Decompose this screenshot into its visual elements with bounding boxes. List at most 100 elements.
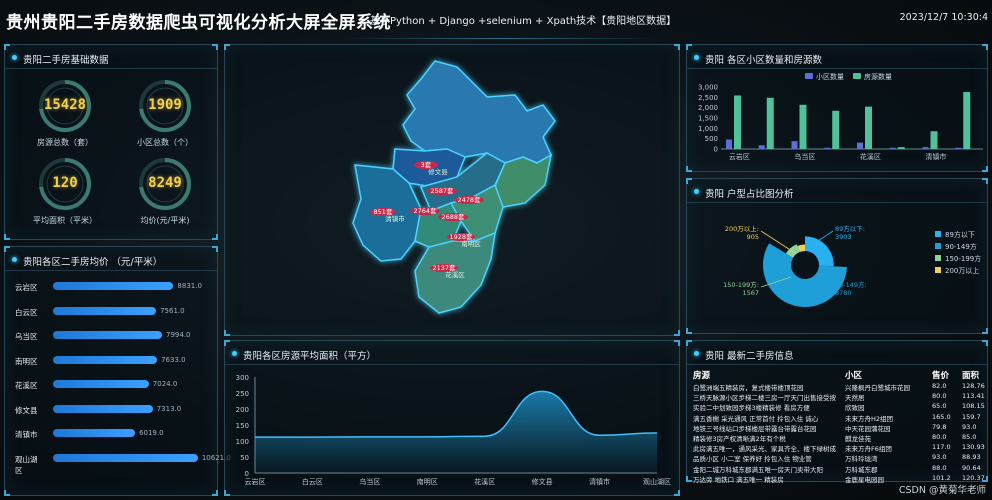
- stat-value: 15428: [43, 97, 87, 113]
- legend-label: 90-149方: [945, 242, 977, 251]
- value-label: 6019.0: [139, 429, 164, 437]
- x-tick-label: 花溪区: [860, 152, 881, 161]
- table-row[interactable]: 实验二中划致园步梯3楼精装修 看房方便 欣致园 65.0 108.15: [693, 402, 985, 412]
- slice-label: 150-199方:: [723, 280, 759, 289]
- price-bar[interactable]: [53, 429, 136, 437]
- community-bar: [889, 147, 896, 149]
- price-cell: 82.0: [932, 382, 947, 390]
- legend-label: 200万以上: [945, 266, 979, 275]
- community-bar: [758, 145, 765, 149]
- stat-label: 小区总数（个）: [137, 138, 193, 147]
- table-row[interactable]: 三桥天脉源小区步梯二楼三房一厅天门出售接受按 天然居 80.0 113.41: [693, 392, 985, 403]
- y-tick-label: 0: [245, 470, 249, 478]
- price-bar[interactable]: [53, 282, 174, 290]
- guiyang-map[interactable]: 3套 修文县 2587套 2478套 851套 清镇市 2764套 2688套 …: [225, 45, 681, 337]
- bullet-icon: [694, 351, 699, 356]
- table-row[interactable]: 地铁三号线站口步梯楼层带露台带露台花园 中天花园蒲花园 79.8 93.0: [693, 423, 983, 433]
- legend-swatch: [853, 73, 861, 79]
- bullet-icon: [694, 55, 699, 60]
- price-cell: 165.0: [932, 412, 951, 421]
- price-cell: 80.0: [932, 433, 947, 441]
- price-bar[interactable]: [53, 355, 158, 364]
- x-tick-label: 南明区: [417, 477, 438, 486]
- map-marker[interactable]: 2587套: [427, 186, 457, 195]
- x-tick-label: 观山湖区: [643, 477, 671, 486]
- ring-icon: 15428: [38, 79, 92, 133]
- panel-title: 贵阳 户型占比图分析: [705, 189, 794, 200]
- legend-swatch: [935, 243, 941, 249]
- price-bar-row: 云岩区 8831.0: [15, 279, 215, 295]
- listing-bar: [963, 91, 971, 149]
- category-label: 白云区: [15, 307, 38, 317]
- community-name: 天然居: [845, 394, 865, 403]
- ring-icon: 1909: [138, 79, 192, 133]
- clock: 2023/12/7 10:30:4: [899, 12, 988, 23]
- legend-label: 150-199方: [945, 254, 981, 263]
- table-row[interactable]: 品质小区 小二室 保养好 拎包入住 物业管 万科玲珑湾 93.0 88.93: [693, 453, 983, 463]
- slice-label: 90-149方:: [835, 280, 867, 289]
- legend-label: 房源数量: [864, 72, 892, 81]
- price-bar[interactable]: [53, 331, 162, 339]
- panel-header: 贵阳二手房基础数据: [5, 45, 217, 69]
- map-marker[interactable]: 2688套: [438, 212, 468, 221]
- basic-stats-panel: 贵阳二手房基础数据 15428 房源总数（套） 1909 小区总数（个） 120…: [4, 44, 218, 240]
- y-tick-label: 2,000: [698, 104, 718, 112]
- svg-text:2688套: 2688套: [441, 212, 465, 221]
- listing-title: 此房满五唯一，通风采光、家具齐全、楼下绿树成: [693, 445, 836, 454]
- legend-label: 89方以下: [945, 230, 975, 239]
- price-cell: 101.2: [932, 473, 951, 482]
- table-row[interactable]: 白鹭洲端五精装房，复式楼带楼顶花园 兴隆枫丹白鹭城市花园 82.0 128.76: [693, 382, 985, 392]
- svg-text:清镇市: 清镇市: [385, 214, 405, 223]
- category-label: 清镇市: [15, 430, 38, 439]
- stat-value: 8249: [148, 175, 182, 191]
- area-cell: 128.76: [962, 382, 985, 390]
- community-name: 中天花园蒲花园: [845, 424, 891, 433]
- stat-label: 房源总数（套）: [37, 138, 93, 147]
- column-header: 售价: [932, 371, 950, 381]
- listing-bar: [766, 97, 774, 149]
- panel-header: 贵阳 各区小区数量和房源数: [687, 45, 987, 69]
- listing-title: 三桥天脉源小区步梯二楼三房一厅天门出售接受按: [693, 394, 836, 403]
- price-bar[interactable]: [53, 453, 198, 462]
- y-tick-label: 150: [236, 422, 249, 430]
- table-row[interactable]: 精装修3房产权清晰满2年有个税 麒龙佳苑 80.0 85.0: [693, 433, 983, 443]
- map-marker[interactable]: 2478套: [454, 195, 484, 204]
- slice-value: 905: [747, 233, 759, 241]
- stat-value: 120: [52, 175, 78, 191]
- x-tick-label: 云岩区: [729, 152, 750, 161]
- category-label: 修文县: [15, 405, 38, 415]
- svg-text:2478套: 2478套: [457, 195, 481, 204]
- price-bar-row: 修文县 7313.0: [15, 402, 215, 418]
- svg-text:南明区: 南明区: [461, 239, 481, 248]
- svg-text:2764套: 2764套: [413, 206, 437, 215]
- y-tick-label: 300: [236, 374, 249, 382]
- panel-header: 贵阳各区房源平均面积（平方）: [225, 341, 679, 365]
- table-row[interactable]: 满五香榭 采光通风 正常首付 拎包入住 诚心 未来方舟H2组团 165.0 159.7: [693, 413, 983, 423]
- area-cell: 130.93: [962, 443, 985, 452]
- listing-title: 万达旁 地铁口 满五唯一 精装房: [693, 475, 784, 484]
- area-cell: 88.93: [962, 453, 981, 462]
- price-cell: 65.0: [932, 402, 947, 411]
- price-bar[interactable]: [53, 380, 149, 388]
- panel-header: 贵阳 户型占比图分析: [687, 179, 987, 203]
- value-label: 7024.0: [152, 380, 178, 388]
- price-bar[interactable]: [53, 306, 157, 315]
- price-bar[interactable]: [53, 404, 153, 413]
- page-subtitle: 基于Python + Django +selenium + Xpath技术【贵阳…: [370, 16, 677, 27]
- table-row[interactable]: 金阳二城万科城东郡满五唯一房天门卖带大阳 万科城东郡 88.0 90.64: [693, 464, 983, 474]
- map-region-north: [402, 60, 556, 164]
- map-marker[interactable]: 2764套: [410, 206, 440, 215]
- community-bar: [791, 141, 798, 149]
- rose-pie-chart: 89方以下:3903 90-149方:8780 150-199方:1567 200万以…: [723, 224, 981, 307]
- area-fill: [255, 391, 657, 473]
- x-tick-label: 白云区: [302, 477, 323, 486]
- y-tick-label: 500: [705, 135, 718, 143]
- table-row[interactable]: 此房满五唯一，通风采光、家具齐全、楼下绿树成 未来方舟F6组团 117.0 130.9…: [693, 443, 985, 454]
- column-header: 面积: [962, 371, 980, 381]
- svg-text:花溪区: 花溪区: [445, 270, 465, 279]
- label-leader: [814, 230, 834, 244]
- community-name: 未来方舟F6组团: [845, 445, 892, 454]
- listing-title: 品质小区 小二室 保养好 拎包入住 物业管: [693, 455, 812, 464]
- price-bar-row: 观山湖区 10621.0: [15, 451, 231, 475]
- bullet-icon: [694, 189, 699, 194]
